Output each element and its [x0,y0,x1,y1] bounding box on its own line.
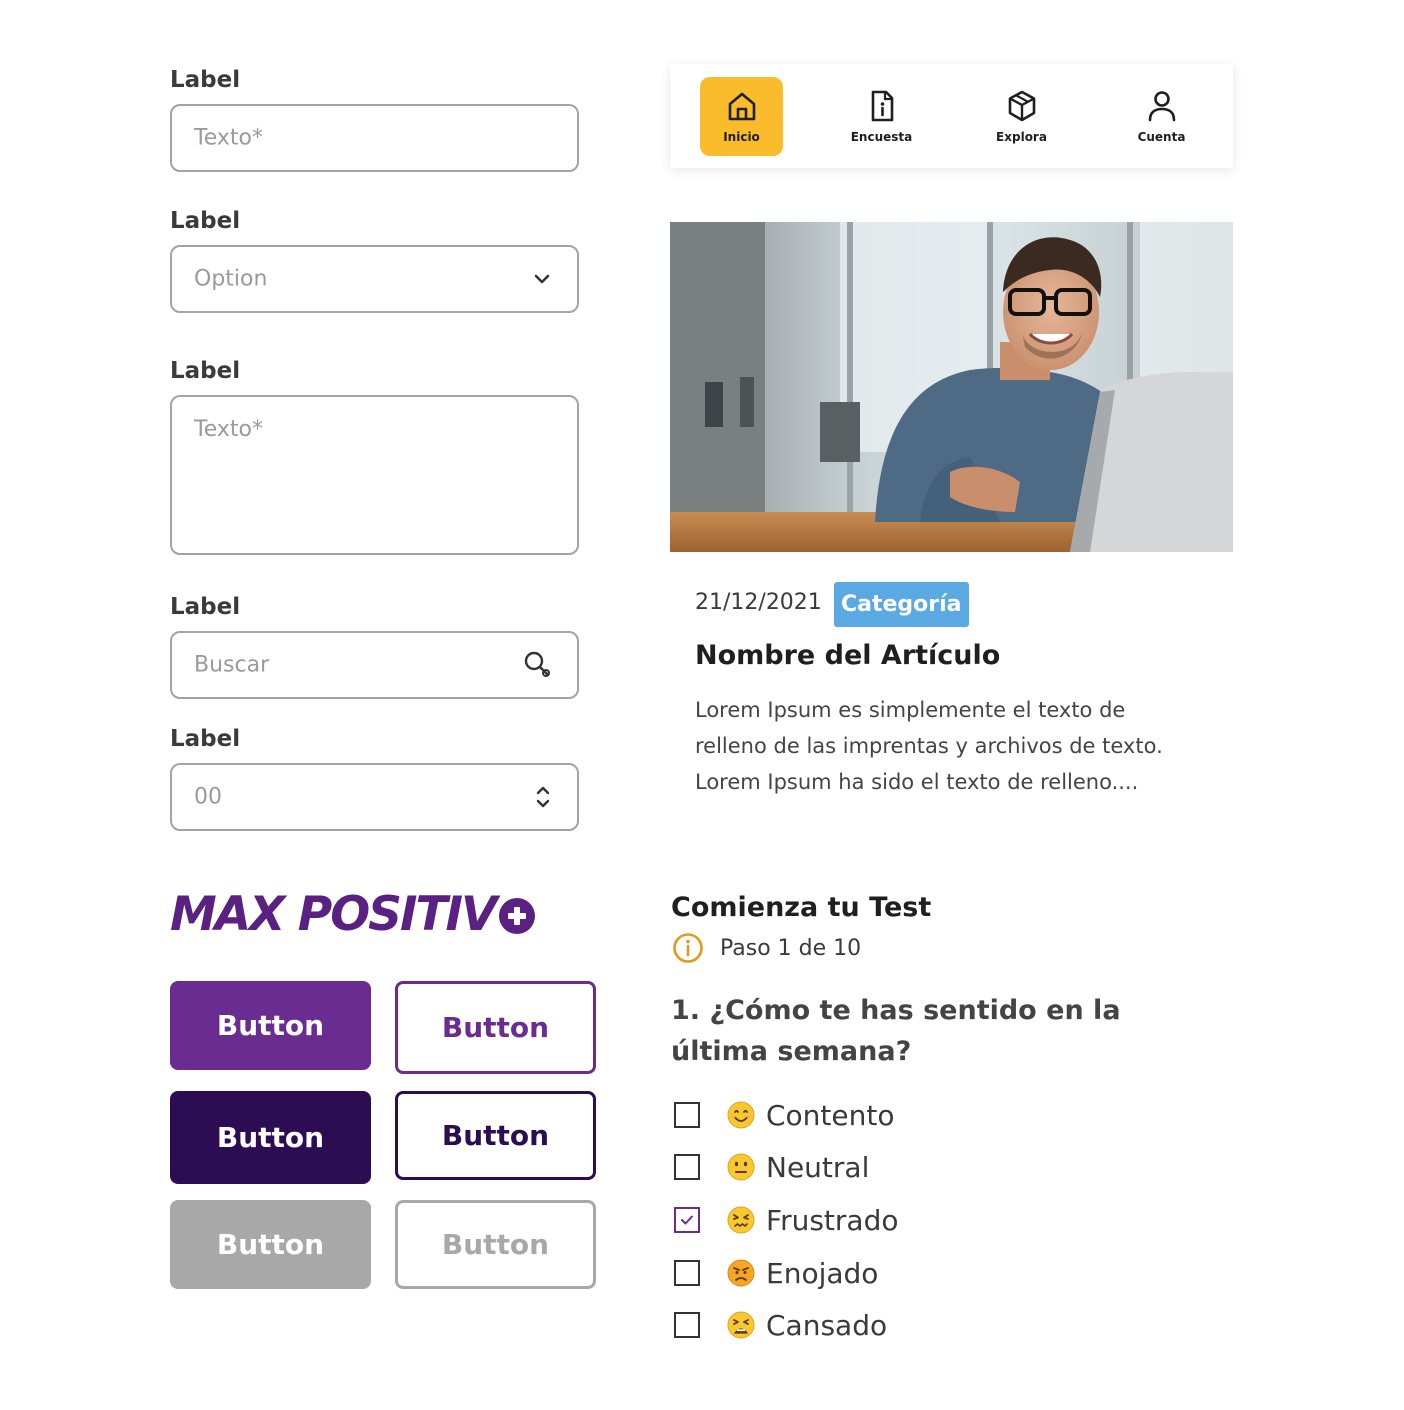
article-excerpt: Lorem Ipsum es simplemente el texto de r… [695,692,1215,800]
search-placeholder: Buscar [194,652,270,678]
option-frustrado[interactable]: Frustrado [674,1203,899,1237]
user-icon [1148,91,1175,122]
textarea-input[interactable]: Texto* [170,395,579,555]
smiling-face-icon [727,1101,755,1129]
question-line: 1. ¿Cómo te has sentido en la [671,995,1121,1026]
cube-icon [1008,90,1035,122]
article-date: 21/12/2021 [695,590,822,615]
info-icon [673,933,703,963]
angry-face-icon [727,1259,755,1287]
stepper-arrows-icon[interactable] [535,784,551,810]
nav-item-encuesta[interactable]: Encuesta [840,77,923,156]
checkbox[interactable] [674,1260,700,1286]
option-select[interactable]: Option [170,245,579,313]
option-select-value: Option [194,266,268,292]
step-text: Paso 1 de 10 [720,935,862,961]
text-input[interactable]: Texto* [170,104,579,172]
article-excerpt-line: Lorem Ipsum es simplemente el texto de [695,698,1126,722]
number-placeholder: 00 [194,784,222,810]
option-label: Frustrado [766,1203,899,1237]
man-at-laptop-image [670,222,1233,552]
chevron-down-icon [534,274,550,284]
nav-label-encuesta: Encuesta [850,130,913,144]
logo-text: MAX POSITIV [170,886,497,942]
checkbox[interactable] [674,1102,700,1128]
option-label: Contento [766,1098,895,1132]
frustrated-face-icon [727,1206,755,1234]
dark-button[interactable]: Button [170,1091,371,1184]
article-excerpt-line: relleno de las imprentas y archivos de t… [695,734,1163,758]
primary-outline-button[interactable]: Button [395,981,596,1074]
max-positivo-logo: MAX POSITIV [170,886,550,942]
article-photo[interactable] [670,222,1233,552]
check-icon [681,1215,693,1225]
tired-face-icon [727,1311,755,1339]
nav-item-explora[interactable]: Explora [980,77,1063,156]
text-input-placeholder: Texto* [194,125,263,151]
article-title[interactable]: Nombre del Artículo [695,640,1000,671]
category-badge[interactable]: Categoría [834,582,969,627]
textarea-placeholder: Texto* [194,417,263,442]
number-stepper[interactable]: 00 [170,763,579,831]
home-icon [728,92,755,121]
disabled-outline-button: Button [395,1200,596,1289]
option-label: Enojado [766,1256,879,1290]
select-field-label: Label [170,208,241,234]
nav-label-cuenta: Cuenta [1137,130,1186,144]
nav-item-cuenta[interactable]: Cuenta [1120,77,1203,156]
option-enojado[interactable]: Enojado [674,1256,879,1290]
option-contento[interactable]: Contento [674,1098,895,1132]
textarea-field-label: Label [170,358,241,384]
text-field-label: Label [170,67,241,93]
nav-item-inicio[interactable]: Inicio [700,77,783,156]
step-indicator: Paso 1 de 10 [672,932,861,964]
nav-label-explora: Explora [996,130,1047,144]
article-excerpt-line: Lorem Ipsum ha sido el texto de relleno.… [695,770,1139,794]
nav-label-inicio: Inicio [723,130,760,144]
bottom-navigation-bar: Inicio Encuesta Explora Cuenta [670,64,1233,168]
dark-outline-button[interactable]: Button [395,1091,596,1180]
plus-o-logo-icon [499,898,536,934]
checkbox-checked[interactable] [674,1207,700,1233]
question-line: última semana? [671,1036,912,1067]
option-neutral[interactable]: Neutral [674,1150,870,1184]
neutral-face-icon [727,1153,755,1181]
primary-button[interactable]: Button [170,981,371,1070]
checkbox[interactable] [674,1312,700,1338]
option-cansado[interactable]: Cansado [674,1308,888,1342]
option-label: Cansado [766,1308,888,1342]
document-info-icon [871,90,893,122]
search-input[interactable]: Buscar [170,631,579,699]
disabled-button: Button [170,1200,371,1289]
question-text: 1. ¿Cómo te has sentido en la última sem… [671,990,1191,1072]
search-field-label: Label [170,594,241,620]
option-label: Neutral [766,1150,870,1184]
number-field-label: Label [170,726,241,752]
search-icon[interactable] [523,650,553,680]
checkbox[interactable] [674,1154,700,1180]
test-title: Comienza tu Test [671,892,932,923]
